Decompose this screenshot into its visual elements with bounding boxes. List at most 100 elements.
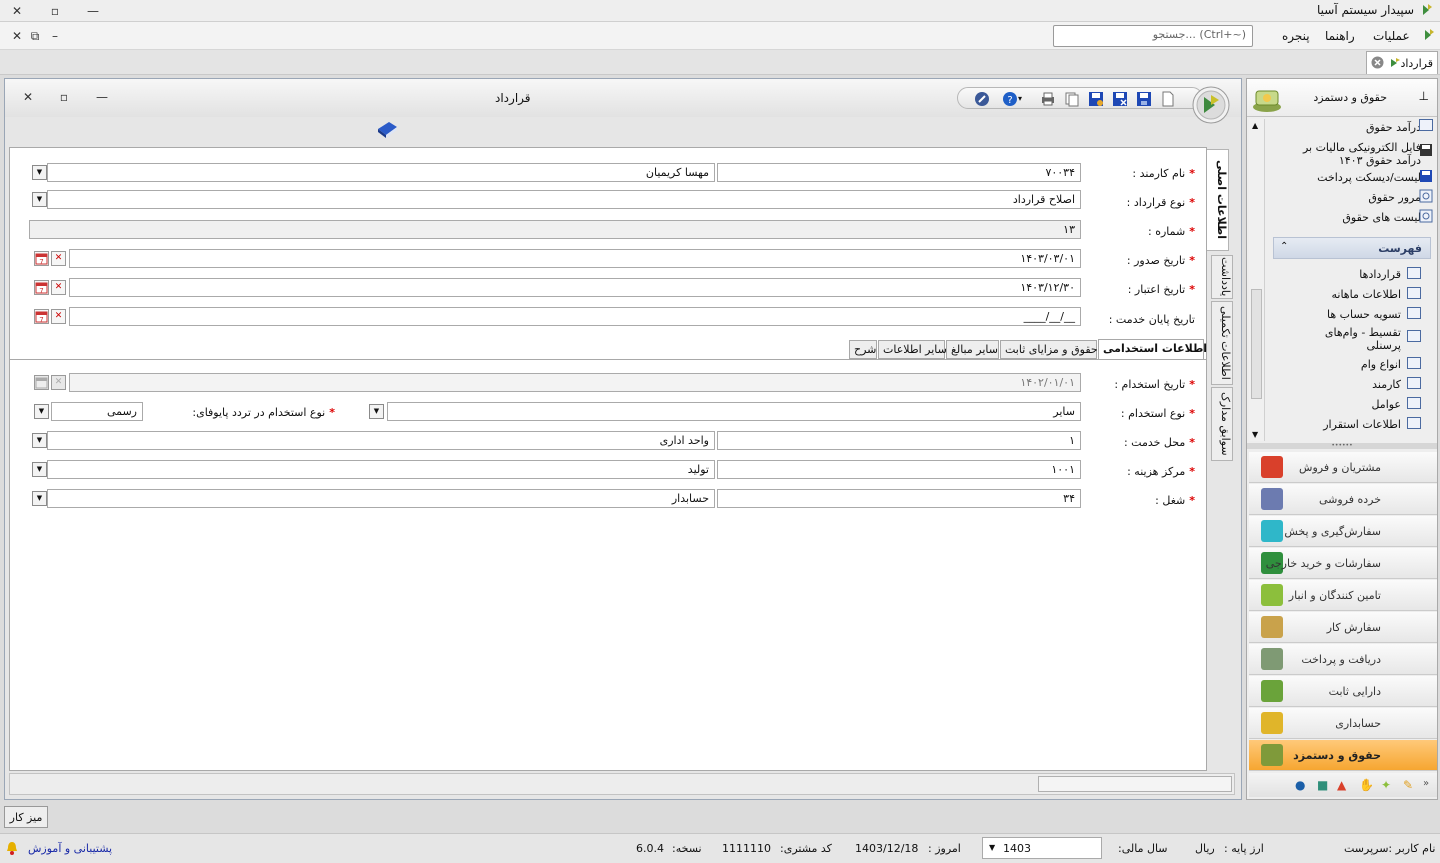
support-link[interactable]: پشتیبانی و آموزش: [28, 842, 112, 855]
tab-contract[interactable]: قرارداد: [1366, 51, 1438, 74]
shortcut-retail-icon[interactable]: ■: [1317, 778, 1328, 792]
form-close-icon[interactable]: ✕: [19, 89, 37, 105]
module-fixed-assets[interactable]: دارایی ثابت: [1249, 676, 1437, 707]
pass-type-field[interactable]: رسمی: [51, 402, 143, 421]
new-document-icon[interactable]: [1160, 91, 1176, 107]
list-item[interactable]: لیست/دیسکت پرداخت: [1317, 171, 1421, 184]
issue-date-calendar-icon[interactable]: 7: [34, 251, 49, 266]
copy-icon[interactable]: [1064, 91, 1080, 107]
pin-icon[interactable]: ⊥: [1419, 89, 1429, 103]
save-close-icon[interactable]: [1112, 91, 1128, 107]
list-item[interactable]: عوامل: [1371, 398, 1401, 411]
pass-type-dropdown-icon[interactable]: ▼: [34, 404, 49, 419]
tab-fixed-salary[interactable]: حقوق و مزایای ثابت: [1000, 340, 1098, 359]
list-item[interactable]: تقسیط - وام‌های پرسنلی: [1301, 326, 1401, 352]
menu-window[interactable]: پنجره: [1282, 29, 1310, 43]
module-inventory[interactable]: تامین کنندگان و انبار: [1249, 580, 1437, 611]
tab-extra-info[interactable]: اطلاعات تکمیلی: [1211, 301, 1233, 385]
contract-type-field[interactable]: اصلاح قرارداد: [47, 190, 1081, 209]
job-name-field[interactable]: حسابدار: [47, 489, 715, 508]
module-retail[interactable]: خرده فروشی: [1249, 484, 1437, 515]
module-receipts-payments[interactable]: دریافت و پرداخت: [1249, 644, 1437, 675]
valid-date-clear-icon[interactable]: ✕: [51, 280, 66, 295]
save-icon[interactable]: [1136, 91, 1152, 107]
shortcut-globe-icon[interactable]: ●: [1295, 778, 1305, 792]
job-dropdown-icon[interactable]: ▼: [32, 491, 47, 506]
desktop-button[interactable]: میز کار: [4, 806, 48, 828]
tab-notes[interactable]: یادداشت: [1211, 255, 1233, 299]
tab-employment-info[interactable]: اطلاعات استخدامی: [1098, 339, 1207, 359]
list-item[interactable]: درآمد حقوق: [1366, 121, 1421, 134]
app-menu-icon[interactable]: [1422, 28, 1436, 42]
cost-center-dropdown-icon[interactable]: ▼: [32, 462, 47, 477]
shortcut-star-icon[interactable]: ✦: [1381, 778, 1391, 792]
close-document-icon[interactable]: ✕: [8, 28, 26, 44]
module-work-order[interactable]: سفارش کار: [1249, 612, 1437, 643]
bell-icon[interactable]: [4, 840, 20, 856]
shortcut-hand-icon[interactable]: ✋: [1359, 778, 1374, 792]
employee-dropdown-icon[interactable]: ▼: [32, 165, 47, 180]
service-place-code-field[interactable]: ۱: [717, 431, 1081, 450]
tools-icon[interactable]: [974, 91, 990, 107]
search-input[interactable]: جستجو... (Ctrl+~): [1053, 25, 1253, 47]
menu-operations[interactable]: عملیات: [1373, 29, 1410, 43]
end-date-field[interactable]: __/__/____: [69, 307, 1081, 326]
issue-date-field[interactable]: ۱۴۰۳/۰۳/۰۱: [69, 249, 1081, 268]
form-minimize-icon[interactable]: —: [93, 89, 111, 105]
issue-date-clear-icon[interactable]: ✕: [51, 251, 66, 266]
collapse-icon[interactable]: ⌃: [1280, 241, 1288, 252]
job-code-field[interactable]: ۳۴: [717, 489, 1081, 508]
tab-other-amounts[interactable]: سایر مبالغ: [946, 340, 999, 359]
fiscal-year-select[interactable]: ▼ 1403: [982, 837, 1102, 859]
help-dropdown-icon[interactable]: ▾: [1018, 91, 1028, 107]
module-sales[interactable]: مشتریان و فروش: [1249, 452, 1437, 483]
list-item[interactable]: مرور حقوق: [1368, 191, 1421, 204]
nav-scrollbar[interactable]: ▲ ▼: [1249, 119, 1265, 441]
shortcut-sales-icon[interactable]: ▲: [1337, 778, 1346, 792]
employment-type-dropdown-icon[interactable]: ▼: [369, 404, 384, 419]
valid-date-calendar-icon[interactable]: 7: [34, 280, 49, 295]
module-payroll[interactable]: حقوق و دستمزد: [1249, 740, 1437, 771]
scroll-down-icon[interactable]: ▼: [1252, 430, 1258, 439]
splitter-handle[interactable]: ••••••: [1247, 443, 1437, 449]
menu-help[interactable]: راهنما: [1325, 29, 1355, 43]
cost-center-name-field[interactable]: تولید: [47, 460, 715, 479]
list-item[interactable]: فایل الکترونیکی مالیات بر درآمد حقوق ۱۴۰…: [1291, 141, 1421, 167]
end-date-clear-icon[interactable]: ✕: [51, 309, 66, 324]
shortcut-more-icon[interactable]: »: [1423, 778, 1429, 789]
list-item[interactable]: تسویه حساب ها: [1327, 308, 1401, 321]
scroll-thumb[interactable]: [1251, 289, 1262, 399]
list-item[interactable]: اطلاعات ماهانه: [1332, 288, 1402, 301]
close-window-icon[interactable]: ✕: [8, 3, 26, 19]
restore-document-icon[interactable]: ⧉: [26, 28, 44, 44]
contract-type-dropdown-icon[interactable]: ▼: [32, 192, 47, 207]
save-new-icon[interactable]: [1088, 91, 1104, 107]
print-icon[interactable]: [1040, 91, 1056, 107]
module-foreign-purchase[interactable]: سفارشات و خرید خارجی: [1249, 548, 1437, 579]
list-item[interactable]: اطلاعات استقرار: [1323, 418, 1401, 431]
maximize-window-icon[interactable]: ▫: [46, 3, 64, 19]
module-distribution[interactable]: سفارش‌گیری و پخش: [1249, 516, 1437, 547]
tab-main-info[interactable]: اطلاعات اصلی: [1207, 149, 1229, 251]
minimize-window-icon[interactable]: —: [84, 3, 102, 19]
list-item[interactable]: قراردادها: [1359, 268, 1401, 281]
list-item[interactable]: لیست های حقوق: [1342, 211, 1421, 224]
valid-date-field[interactable]: ۱۴۰۳/۱۲/۳۰: [69, 278, 1081, 297]
tab-other-info[interactable]: سایر اطلاعات: [878, 340, 947, 359]
minimize-document-icon[interactable]: –: [46, 28, 64, 44]
tab-documents[interactable]: سوابق مدارک: [1211, 387, 1233, 461]
list-item[interactable]: انواع وام: [1361, 358, 1401, 371]
employee-name-field[interactable]: مهسا کریمیان: [47, 163, 715, 182]
module-accounting[interactable]: حسابداری: [1249, 708, 1437, 739]
list-item[interactable]: کارمند: [1372, 378, 1401, 391]
employee-code-field[interactable]: ۷۰۰۳۴: [717, 163, 1081, 182]
employment-type-field[interactable]: سایر: [387, 402, 1081, 421]
service-place-name-field[interactable]: واحد اداری: [47, 431, 715, 450]
end-date-calendar-icon[interactable]: 7: [34, 309, 49, 324]
scroll-up-icon[interactable]: ▲: [1252, 121, 1258, 130]
form-restore-icon[interactable]: ▫: [55, 89, 73, 105]
shortcut-tools-icon[interactable]: ✎: [1403, 778, 1413, 792]
fiscal-year-dropdown-icon[interactable]: ▼: [989, 843, 995, 852]
tab-description[interactable]: شرح: [849, 340, 877, 359]
help-icon[interactable]: ?: [1002, 91, 1018, 107]
